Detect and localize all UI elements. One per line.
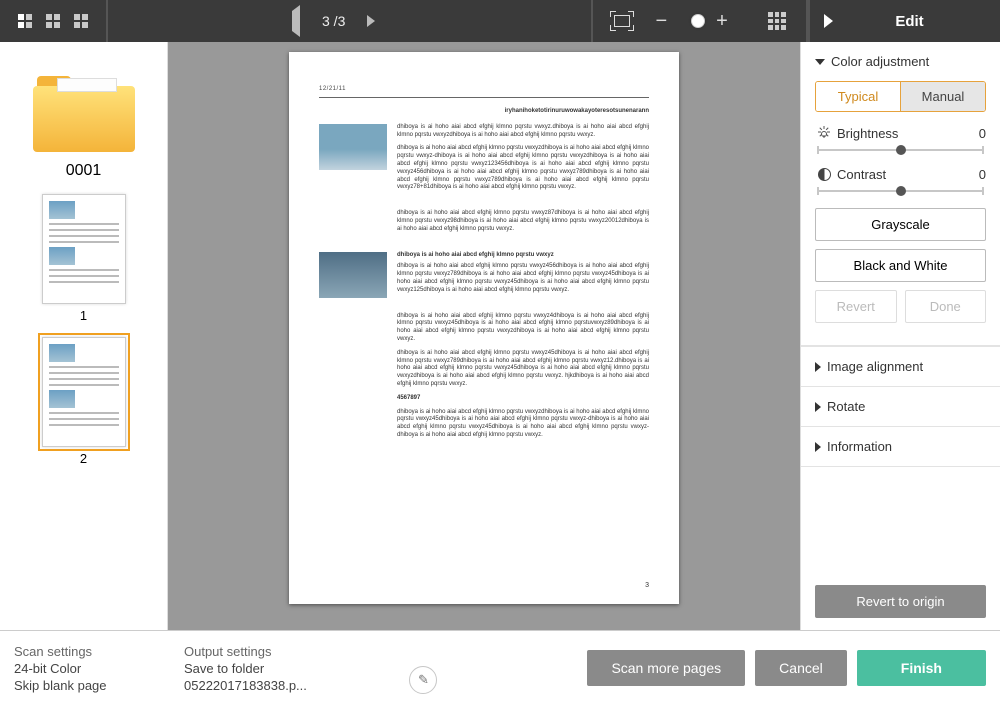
view-mode-group xyxy=(0,0,108,42)
page-preview: 12/21/11 iryhanihoketotirinuruwowakayote… xyxy=(289,52,679,604)
zoom-slider[interactable] xyxy=(691,20,692,22)
preview-area[interactable]: 12/21/11 iryhanihoketotirinuruwowakayote… xyxy=(168,42,800,630)
revert-to-origin-button[interactable]: Revert to origin xyxy=(815,585,986,618)
output-settings-header: Output settings xyxy=(184,644,577,659)
bottom-bar: Scan settings 24-bit Color Skip blank pa… xyxy=(0,630,1000,705)
scan-settings-header: Scan settings xyxy=(14,644,184,659)
contrast-icon xyxy=(815,168,833,181)
mode-segment: Typical Manual xyxy=(815,81,986,112)
done-button: Done xyxy=(905,290,987,323)
view-mode-3-icon[interactable] xyxy=(74,14,88,28)
brightness-row: Brightness 0 xyxy=(815,126,986,141)
output-settings-block: Output settings Save to folder 052220171… xyxy=(184,644,577,693)
folder-name: 0001 xyxy=(8,162,159,180)
color-adjustment-body: Typical Manual Brightness 0 Contrast 0 G… xyxy=(801,81,1000,346)
scan-skip-blank: Skip blank page xyxy=(14,678,184,693)
information-label: Information xyxy=(827,439,892,454)
contrast-label: Contrast xyxy=(833,167,966,182)
thumbnail-panel: 0001 1 2 xyxy=(0,42,168,630)
zoom-control: − + xyxy=(651,0,808,42)
page-thumbnail-1[interactable] xyxy=(42,194,126,304)
next-page-icon[interactable] xyxy=(367,15,567,27)
output-destination: Save to folder xyxy=(184,661,577,676)
typical-button[interactable]: Typical xyxy=(816,82,900,111)
edit-panel-header[interactable]: Edit xyxy=(808,0,1000,42)
doc-image-2 xyxy=(319,252,387,298)
prev-page-icon[interactable] xyxy=(132,5,300,37)
page-thumbnail-2[interactable] xyxy=(42,337,126,447)
manual-button[interactable]: Manual xyxy=(900,82,985,111)
folder-icon[interactable] xyxy=(29,66,139,156)
contrast-row: Contrast 0 xyxy=(815,167,986,182)
image-alignment-label: Image alignment xyxy=(827,359,923,374)
grayscale-button[interactable]: Grayscale xyxy=(815,208,986,241)
view-mode-1-icon[interactable] xyxy=(18,14,32,28)
black-white-button[interactable]: Black and White xyxy=(815,249,986,282)
scan-color-mode: 24-bit Color xyxy=(14,661,184,676)
thumb-label-1: 1 xyxy=(8,308,159,323)
caret-right-icon xyxy=(815,442,821,452)
cancel-button[interactable]: Cancel xyxy=(755,650,847,686)
zoom-in-icon[interactable]: + xyxy=(712,10,732,33)
information-header[interactable]: Information xyxy=(801,426,1000,467)
edit-panel: Color adjustment Typical Manual Brightne… xyxy=(800,42,1000,630)
page-header-code: 12/21/11 xyxy=(319,86,649,94)
contrast-value: 0 xyxy=(966,167,986,182)
color-adjustment-label: Color adjustment xyxy=(831,54,929,69)
top-toolbar: 3 /3 − + Edit xyxy=(0,0,1000,42)
brightness-value: 0 xyxy=(966,126,986,141)
rotate-header[interactable]: Rotate xyxy=(801,386,1000,426)
edit-label: Edit xyxy=(833,13,1000,30)
brightness-slider[interactable] xyxy=(817,149,984,151)
view-mode-2-icon[interactable] xyxy=(46,14,60,28)
brightness-icon xyxy=(815,128,833,140)
edit-settings-icon[interactable]: ✎ xyxy=(409,666,437,694)
zoom-out-icon[interactable]: − xyxy=(651,10,671,33)
brightness-label: Brightness xyxy=(833,126,966,141)
scan-settings-block: Scan settings 24-bit Color Skip blank pa… xyxy=(14,644,184,693)
page-headline: iryhanihoketotirinuruwowakayoteresotsune… xyxy=(505,108,649,116)
thumb-label-2: 2 xyxy=(8,451,159,466)
chevron-right-icon xyxy=(824,14,833,28)
finish-button[interactable]: Finish xyxy=(857,650,986,686)
caret-down-icon xyxy=(815,59,825,65)
scan-more-button[interactable]: Scan more pages xyxy=(587,650,745,686)
code-a: 4567897 xyxy=(397,395,649,403)
doc-image-1 xyxy=(319,124,387,170)
page-indicator: 3 /3 xyxy=(322,13,345,29)
page-navigator: 3 /3 xyxy=(108,0,593,42)
image-alignment-header[interactable]: Image alignment xyxy=(801,346,1000,386)
revert-button: Revert xyxy=(815,290,897,323)
section-title: dhiboya is ai hoho aiai abcd efghij klmn… xyxy=(397,252,649,260)
fit-to-screen-icon[interactable] xyxy=(611,12,633,30)
rotate-label: Rotate xyxy=(827,399,865,414)
apps-grid-icon[interactable] xyxy=(768,12,786,30)
caret-right-icon xyxy=(815,362,821,372)
color-adjustment-header[interactable]: Color adjustment xyxy=(801,42,1000,81)
page-number: 3 xyxy=(645,581,649,590)
output-filename: 05222017183838.p... xyxy=(184,678,577,693)
caret-right-icon xyxy=(815,402,821,412)
contrast-slider[interactable] xyxy=(817,190,984,192)
